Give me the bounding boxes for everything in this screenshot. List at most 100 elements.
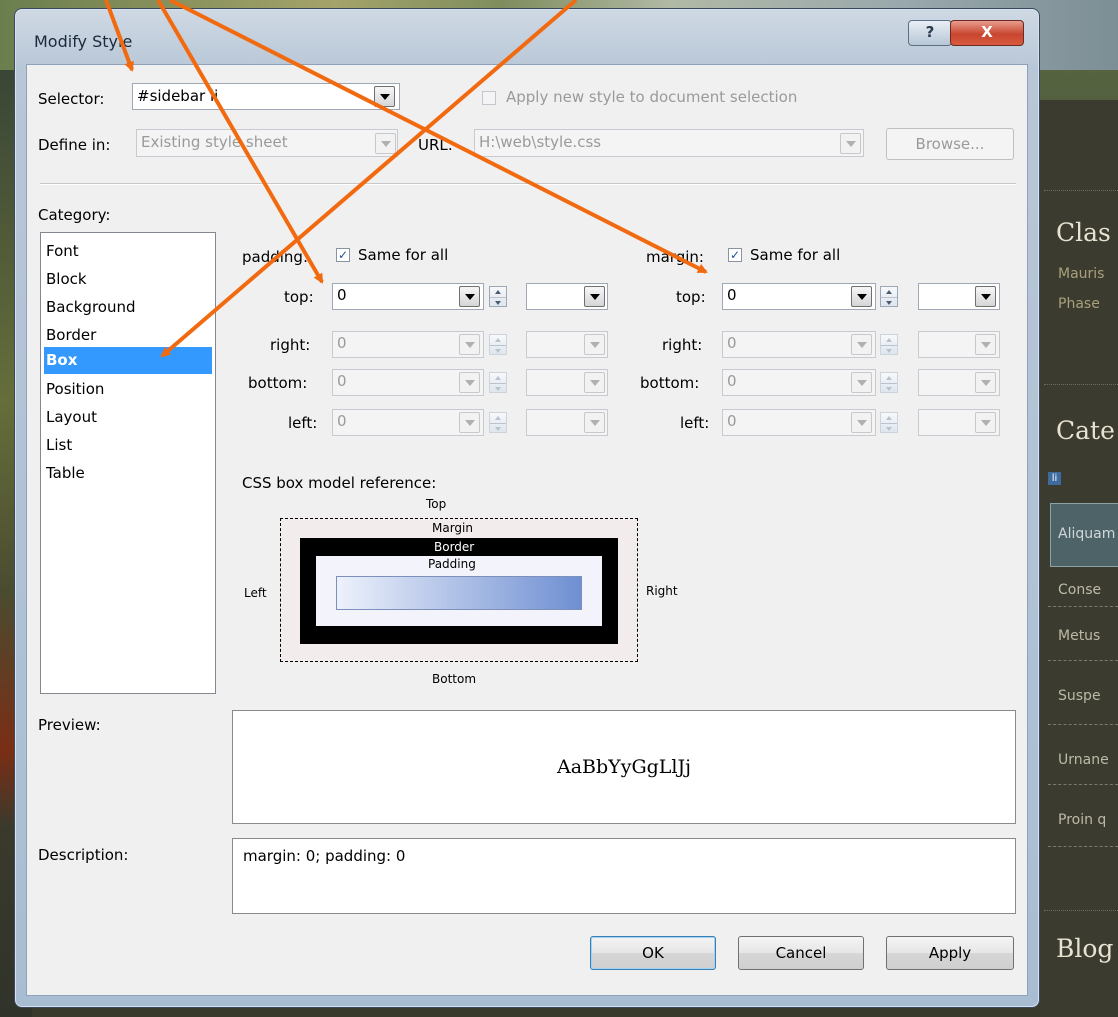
category-item-box[interactable]: Box — [44, 347, 212, 374]
margin-bottom-dropdown[interactable] — [851, 372, 872, 393]
chevron-down-icon — [980, 419, 991, 426]
divider — [1048, 660, 1118, 661]
box-model-margin-label: Margin — [432, 521, 473, 535]
chevron-down-icon — [379, 93, 390, 100]
padding-bottom-unit-dropdown[interactable] — [584, 372, 605, 393]
box-model-title: CSS box model reference: — [242, 474, 437, 492]
ok-button[interactable]: OK — [590, 936, 716, 970]
padding-bottom-label: bottom: — [248, 374, 308, 392]
padding-left-dropdown[interactable] — [459, 412, 480, 433]
background-link: Phase — [1058, 296, 1100, 312]
box-model-border-label: Border — [434, 540, 475, 554]
margin-right-dropdown[interactable] — [851, 334, 872, 355]
background-category-item: Proin q — [1058, 812, 1107, 828]
padding-left-label: left: — [288, 414, 318, 432]
margin-top-unit-dropdown[interactable] — [975, 286, 996, 307]
padding-right-dropdown[interactable] — [459, 334, 480, 355]
box-model-right-label: Right — [646, 584, 678, 598]
padding-top-unit-dropdown[interactable] — [584, 286, 605, 307]
preview-sample-text: AaBbYyGgLlJj — [557, 756, 691, 778]
background-category-item: Urnane — [1058, 752, 1109, 768]
category-item-border[interactable]: Border — [44, 322, 212, 349]
chevron-down-icon — [980, 341, 991, 348]
background-category-item: Aliquam — [1058, 526, 1116, 542]
chevron-down-icon — [589, 379, 600, 386]
margin-left-spinner[interactable] — [880, 412, 898, 433]
define-in-dropdown-button[interactable] — [375, 133, 396, 154]
chevron-down-icon — [589, 341, 600, 348]
padding-right-label: right: — [270, 336, 311, 354]
browse-button[interactable]: Browse... — [886, 128, 1014, 160]
cancel-button[interactable]: Cancel — [738, 936, 864, 970]
padding-left-spinner[interactable] — [489, 412, 507, 433]
preview-label: Preview: — [38, 716, 101, 734]
url-select[interactable]: H:\web\style.css — [474, 129, 864, 157]
separator — [40, 183, 1016, 185]
dialog-title: Modify Style — [34, 32, 133, 51]
category-item-layout[interactable]: Layout — [44, 404, 212, 431]
category-item-font[interactable]: Font — [44, 238, 212, 265]
padding-bottom-dropdown[interactable] — [459, 372, 480, 393]
background-category-item: Conse — [1058, 582, 1102, 598]
divider — [1044, 190, 1118, 191]
margin-left-unit-dropdown[interactable] — [975, 412, 996, 433]
background-category-item: Metus — [1058, 628, 1101, 644]
margin-bottom-spinner[interactable] — [880, 372, 898, 393]
chevron-down-icon — [464, 341, 475, 348]
define-in-select[interactable]: Existing style sheet — [136, 129, 398, 157]
divider — [1048, 724, 1118, 725]
category-item-table[interactable]: Table — [44, 460, 212, 487]
chevron-down-icon — [380, 140, 391, 147]
padding-left-unit-dropdown[interactable] — [584, 412, 605, 433]
chevron-down-icon — [464, 293, 475, 300]
help-button[interactable]: ? — [908, 20, 952, 46]
margin-left-dropdown[interactable] — [851, 412, 872, 433]
chevron-down-icon — [856, 419, 867, 426]
background-category-item: Suspe — [1058, 688, 1101, 704]
background-heading: Blog — [1056, 934, 1114, 963]
apply-to-selection-label: Apply new style to document selection — [506, 88, 798, 106]
margin-right-label: right: — [662, 336, 703, 354]
divider — [1048, 784, 1118, 785]
padding-right-spinner[interactable] — [489, 334, 507, 355]
background-link: Mauris — [1058, 266, 1105, 282]
padding-right-unit-dropdown[interactable] — [584, 334, 605, 355]
margin-same-for-all-label: Same for all — [750, 246, 841, 264]
chevron-down-icon — [464, 419, 475, 426]
apply-button[interactable]: Apply — [886, 936, 1014, 970]
padding-top-dropdown[interactable] — [459, 286, 480, 307]
padding-label: padding: — [242, 248, 309, 266]
checkmark-icon: ✓ — [729, 248, 741, 262]
define-in-label: Define in: — [38, 136, 111, 154]
divider — [1044, 384, 1118, 385]
padding-top-label: top: — [284, 288, 314, 306]
margin-bottom-unit-dropdown[interactable] — [975, 372, 996, 393]
chevron-down-icon — [856, 341, 867, 348]
close-button[interactable]: X — [950, 20, 1024, 46]
divider — [1044, 910, 1118, 911]
chevron-down-icon — [980, 293, 991, 300]
category-item-position[interactable]: Position — [44, 376, 212, 403]
padding-top-spinner[interactable] — [489, 286, 507, 307]
chevron-down-icon — [980, 379, 991, 386]
category-item-block[interactable]: Block — [44, 266, 212, 293]
margin-top-dropdown[interactable] — [851, 286, 872, 307]
padding-bottom-spinner[interactable] — [489, 372, 507, 393]
selector-dropdown-button[interactable] — [374, 86, 395, 107]
url-dropdown-button[interactable] — [840, 133, 861, 154]
checkmark-icon: ✓ — [337, 248, 349, 262]
apply-to-selection-checkbox[interactable] — [482, 91, 496, 105]
margin-right-spinner[interactable] — [880, 334, 898, 355]
padding-same-for-all-checkbox[interactable]: ✓ — [336, 248, 350, 262]
selector-input[interactable]: #sidebar li — [132, 83, 400, 110]
margin-top-label: top: — [676, 288, 706, 306]
box-model-padding-label: Padding — [428, 557, 476, 571]
description-box: margin: 0; padding: 0 — [232, 838, 1016, 914]
margin-same-for-all-checkbox[interactable]: ✓ — [728, 248, 742, 262]
margin-right-unit-dropdown[interactable] — [975, 334, 996, 355]
category-item-list[interactable]: List — [44, 432, 212, 459]
category-item-background[interactable]: Background — [44, 294, 212, 321]
category-list[interactable]: Font Block Background Border Box Positio… — [40, 232, 216, 694]
margin-top-spinner[interactable] — [880, 286, 898, 307]
box-model-top-label: Top — [426, 497, 447, 511]
